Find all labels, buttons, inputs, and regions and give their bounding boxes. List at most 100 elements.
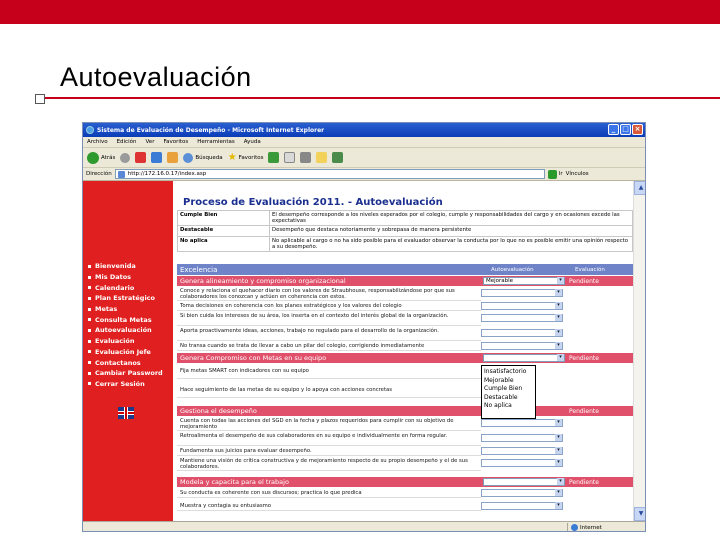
rating-select[interactable]: Mejorable [483,277,565,285]
favorites-button[interactable]: ★ Favoritos [228,152,264,163]
zone-indicator: Internet [567,522,645,531]
nav-item-evaluacion[interactable]: Evaluación [88,336,163,347]
browser-window: Sistema de Evaluación de Desempeño - Mic… [82,122,646,532]
competency-header: Modela y capacita para el trabajo Pendie… [177,477,633,487]
list-item: Aporta proactivamente ideas, acciones, t… [177,327,481,341]
search-icon [183,152,194,163]
maximize-icon[interactable]: □ [620,124,631,135]
nav-item-autoevaluacion[interactable]: Autoevaluación [88,325,163,336]
rating-select[interactable] [481,434,563,442]
nav-item-metas[interactable]: Metas [88,304,163,315]
history-icon[interactable] [268,152,280,163]
list-item: Su conducta es coherente con sus discurs… [177,489,481,498]
list-item: Hace seguimiento de las metas de su equi… [177,386,481,398]
nav-item-cerrar-sesion[interactable]: Cerrar Sesión [88,379,163,390]
list-item: Fija metas SMART con indicadores con su … [177,367,481,379]
nav-item-contactanos[interactable]: Contactanos [88,357,163,368]
rating-select[interactable] [481,314,563,322]
rating-select[interactable] [481,329,563,337]
home-icon[interactable] [167,152,179,163]
refresh-icon[interactable] [151,152,163,163]
rating-select[interactable] [481,447,563,455]
rating-dropdown[interactable]: Insatisfactorio Mejorable Cumple Bien De… [481,365,536,419]
list-item: Si bien cuida los intereses de su área, … [177,312,481,326]
mail-icon[interactable] [284,152,296,163]
list-item: Toma decisiones en coherencia con los pl… [177,302,481,311]
address-bar: Dirección http://172.16.0.17/index.asp I… [83,168,645,181]
menu-edicion[interactable]: Edición [117,139,137,145]
back-arrow-icon [87,151,99,164]
nav-item-consulta-metas[interactable]: Consulta Metas [88,314,163,325]
competency-header: Genera Compromiso con Metas en su equipo… [177,353,633,363]
stop-icon[interactable] [135,152,147,163]
go-button[interactable]: Ir [547,169,563,179]
dropdown-option[interactable]: Destacable [484,394,533,403]
nav-item-calendario[interactable]: Calendario [88,282,163,293]
rating-select[interactable] [481,489,563,497]
title-rule [44,97,720,99]
slide-top-bar [0,0,720,24]
globe-icon [571,524,578,531]
address-input[interactable]: http://172.16.0.17/index.asp [114,169,545,179]
forward-arrow-icon[interactable] [120,152,131,163]
menu-archivo[interactable]: Archivo [87,139,108,145]
menu-bar: Archivo Edición Ver Favoritos Herramient… [83,137,645,148]
browser-titlebar: Sistema de Evaluación de Desempeño - Mic… [83,123,645,137]
menu-ayuda[interactable]: Ayuda [244,139,261,145]
main-panel: Proceso de Evaluación 2011. - Autoevalua… [175,181,633,521]
list-item: Muestra y contagia su entusiasmo [177,502,481,511]
uk-flag-icon[interactable] [118,407,134,419]
search-button[interactable]: Búsqueda [183,152,223,163]
rating-select[interactable] [481,289,563,297]
list-item: Cuenta con todas las acciones del SGD en… [177,417,481,431]
star-icon: ★ [227,152,237,163]
slide-title: Autoevaluación [60,62,252,92]
messenger-icon[interactable] [332,152,344,163]
address-label: Dirección [86,171,112,177]
dropdown-option[interactable]: Mejorable [484,377,533,386]
scroll-up-icon[interactable]: ▲ [634,181,645,195]
list-item: Fundamenta sus juicios para evaluar dese… [177,447,481,456]
ie-logo-icon [86,126,94,134]
menu-favoritos[interactable]: Favoritos [163,139,188,145]
rating-select[interactable] [481,502,563,510]
back-button[interactable]: Atrás [87,151,115,164]
table-row: No aplica No aplicable al cargo o no ha s… [177,236,633,252]
left-nav: Bienvenida Mis Datos Calendario Plan Est… [83,181,173,521]
folder-icon[interactable] [316,152,328,163]
vertical-scrollbar[interactable]: ▲ ▼ [633,181,645,521]
col-autoevaluacion: Autoevaluación [491,266,534,273]
list-item: Conoce y relaciona el quehacer diario co… [177,287,481,301]
links-label[interactable]: Vínculos [566,171,589,177]
menu-ver[interactable]: Ver [145,139,154,145]
nav-item-mis-datos[interactable]: Mis Datos [88,272,163,283]
nav-item-plan-estrategico[interactable]: Plan Estratégico [88,293,163,304]
nav-item-evaluacion-jefe[interactable]: Evaluación Jefe [88,347,163,358]
rating-select[interactable] [481,342,563,350]
legend-table: Cumple Bien El desempeño corresponde a lo… [177,210,633,252]
section-header: Excelencia Autoevaluación Evaluación [177,264,633,275]
dropdown-option[interactable]: Cumple Bien [484,385,533,394]
rating-select[interactable] [481,459,563,467]
status-badge: Pendiente [569,478,599,486]
nav-item-bienvenida[interactable]: Bienvenida [88,261,163,272]
page-content: Bienvenida Mis Datos Calendario Plan Est… [83,181,645,521]
go-arrow-icon [547,169,557,179]
table-row: Cumple Bien El desempeño corresponde a lo… [177,210,633,226]
status-bar: Internet [83,521,645,531]
rating-select[interactable] [481,302,563,310]
browser-title: Sistema de Evaluación de Desempeño - Mic… [97,126,325,134]
print-icon[interactable] [300,152,312,163]
page-title: Proceso de Evaluación 2011. - Autoevalua… [183,197,443,208]
nav-item-cambiar-password[interactable]: Cambiar Password [88,368,163,379]
close-icon[interactable]: × [632,124,643,135]
rating-select[interactable] [481,419,563,427]
list-item: Retroalimenta el desempeño de sus colabo… [177,432,481,446]
dropdown-option[interactable]: Insatisfactorio [484,368,533,377]
rating-select[interactable] [483,478,565,486]
menu-herramientas[interactable]: Herramientas [197,139,234,145]
dropdown-option[interactable]: No aplica [484,402,533,411]
scroll-down-icon[interactable]: ▼ [634,507,645,521]
rating-select[interactable] [483,354,565,362]
minimize-icon[interactable]: _ [608,124,619,135]
